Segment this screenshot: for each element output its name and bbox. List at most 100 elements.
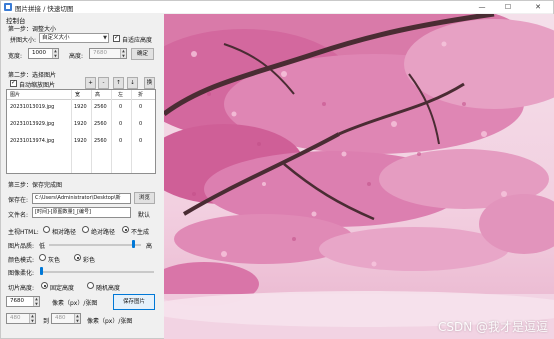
save-path-input[interactable]: C:\Users\Administrator\Desktop\新 <box>32 193 131 204</box>
window-title: 图片拼接 / 快速切图 <box>15 5 74 13</box>
table-row[interactable]: 20231013929.jpg 1920 2560 0 0 <box>7 119 155 129</box>
default-button[interactable]: 默认 <box>138 210 150 219</box>
table-row[interactable]: 20231013019.jpg 1920 2560 0 0 <box>7 102 155 112</box>
absolute-path-radio[interactable] <box>82 226 89 233</box>
maximize-icon[interactable]: ☐ <box>497 1 519 13</box>
size-mode-label: 拼图大小: <box>10 37 37 44</box>
add-image-button[interactable]: + <box>85 77 96 89</box>
column-header[interactable]: 左 <box>118 90 123 100</box>
remove-image-button[interactable]: - <box>98 77 109 89</box>
random-height-radio[interactable] <box>87 282 94 289</box>
cut-height-label: 切片高度: <box>8 285 35 292</box>
browse-button[interactable]: 浏览 <box>134 192 155 204</box>
spin-arrows-icon[interactable]: ▲ ▼ <box>74 314 80 323</box>
confirm-button[interactable]: 确定 <box>131 48 154 60</box>
size-mode-select[interactable]: 自定义大小 ▼ <box>39 33 109 43</box>
color-mode-label: 颜色模式: <box>8 257 35 264</box>
table-cell: 0 <box>139 121 143 127</box>
cut-height-stepper[interactable]: 7680 ▲ ▼ <box>6 296 40 307</box>
quality-high-label: 高 <box>146 243 153 250</box>
column-header[interactable]: 宽 <box>75 90 80 100</box>
random-max-stepper[interactable]: 480 ▲ ▼ <box>51 313 81 324</box>
random-min-value: 480 <box>10 315 21 321</box>
quality-label: 图片品质: <box>8 243 35 250</box>
random-max-value: 480 <box>55 315 66 321</box>
adapt-height-label: 自适应高度 <box>122 37 153 44</box>
preview-image: CSDN @我才是逗逗 <box>164 14 554 339</box>
table-cell: 20231013974.jpg <box>10 138 55 144</box>
width-value: 1000 <box>32 50 46 56</box>
spin-arrows-icon[interactable]: ▲ ▼ <box>33 297 39 306</box>
relative-path-label: 相对路径 <box>52 229 77 236</box>
auto-scale-checkbox[interactable] <box>10 79 17 87</box>
table-cell: 2560 <box>94 138 107 144</box>
spin-arrows-icon[interactable]: ▲ ▼ <box>29 314 35 323</box>
no-html-radio[interactable] <box>122 226 129 233</box>
height-value: 7680 <box>93 50 107 56</box>
app-window: 图片拼接 / 快速切图 — ☐ ✕ 控制台 第一步：调整大小 拼图大小: 自定义… <box>0 0 554 339</box>
table-cell: 2560 <box>94 121 107 127</box>
table-row[interactable]: 20231013974.jpg 1920 2560 0 0 <box>7 136 155 146</box>
color-label: 彩色 <box>83 257 96 264</box>
watermark-text: CSDN @我才是逗逗 <box>437 320 548 334</box>
random-min-stepper[interactable]: 480 ▲ ▼ <box>6 313 36 324</box>
gray-radio[interactable] <box>39 254 46 261</box>
fixed-height-label: 固定高度 <box>50 285 75 292</box>
naming-label: 主视HTML: <box>8 229 39 236</box>
gray-label: 灰色 <box>48 257 61 264</box>
filename-label: 文件名: <box>8 212 29 219</box>
move-up-button[interactable]: ↑ <box>113 77 124 89</box>
table-cell: 0 <box>119 138 123 144</box>
cherry-blossom-picture <box>164 14 554 339</box>
fixed-height-radio[interactable] <box>41 282 48 289</box>
table-cell: 1920 <box>74 138 87 144</box>
quality-slider-thumb[interactable] <box>132 240 136 248</box>
table-cell: 1920 <box>74 104 87 110</box>
close-icon[interactable]: ✕ <box>527 1 549 13</box>
absolute-path-label: 绝对路径 <box>91 229 116 236</box>
table-header: 图片 宽 高 左 折 <box>7 90 155 100</box>
chevron-down-icon: ▼ <box>103 35 107 41</box>
auto-scale-label: 自动缩放图片 <box>19 82 56 89</box>
height-stepper[interactable]: 7680 ▲ ▼ <box>89 48 127 59</box>
random-unit-label: 像素（px）/张图 <box>87 318 133 325</box>
adapt-height-checkbox[interactable] <box>113 34 120 42</box>
cut-height-value: 7680 <box>10 298 24 304</box>
spin-arrows-icon[interactable]: ▲ ▼ <box>52 49 58 58</box>
column-header[interactable]: 折 <box>138 90 143 100</box>
sharpen-slider-thumb[interactable] <box>39 267 43 275</box>
table-cell: 20231013929.jpg <box>10 121 55 127</box>
range-to-label: 到 <box>43 318 50 325</box>
sharpen-label: 图像柔化: <box>8 270 35 277</box>
filename-input[interactable]: [时间]-[原图数量]_[编号] <box>32 207 131 218</box>
sharpen-slider[interactable] <box>41 271 154 273</box>
table-cell: 0 <box>119 104 123 110</box>
spin-arrows-icon[interactable]: ▲ ▼ <box>120 49 126 58</box>
width-stepper[interactable]: 1000 ▲ ▼ <box>28 48 59 59</box>
step1-label: 第一步：调整大小 <box>8 26 57 33</box>
column-header[interactable]: 高 <box>95 90 100 100</box>
random-height-label: 随机高度 <box>96 285 121 292</box>
no-html-label: 不生成 <box>131 229 150 236</box>
quality-slider[interactable] <box>49 244 141 246</box>
title-bar: 图片拼接 / 快速切图 — ☐ ✕ <box>1 1 553 13</box>
relative-path-radio[interactable] <box>43 226 50 233</box>
image-list-table[interactable]: 图片 宽 高 左 折 20231013019.jpg 1920 2560 0 0… <box>6 89 156 174</box>
height-label: 高度: <box>69 53 84 60</box>
color-radio[interactable] <box>74 254 81 261</box>
column-header[interactable]: 图片 <box>10 90 20 100</box>
app-icon <box>4 3 12 11</box>
swap-button[interactable]: 换 <box>144 77 155 89</box>
table-cell: 0 <box>119 121 123 127</box>
save-image-button[interactable]: 保存图片 <box>113 294 155 310</box>
table-cell: 2560 <box>94 104 107 110</box>
width-label: 宽度: <box>8 53 23 60</box>
minimize-icon[interactable]: — <box>471 1 493 13</box>
step2-label: 第二步：选择图片 <box>8 72 57 79</box>
table-cell: 1920 <box>74 121 87 127</box>
size-mode-value: 自定义大小 <box>42 35 70 41</box>
cut-height-unit: 像素（px）/张图 <box>52 300 98 307</box>
move-down-button[interactable]: ↓ <box>127 77 138 89</box>
table-cell: 0 <box>139 138 143 144</box>
quality-low-label: 低 <box>39 243 46 250</box>
